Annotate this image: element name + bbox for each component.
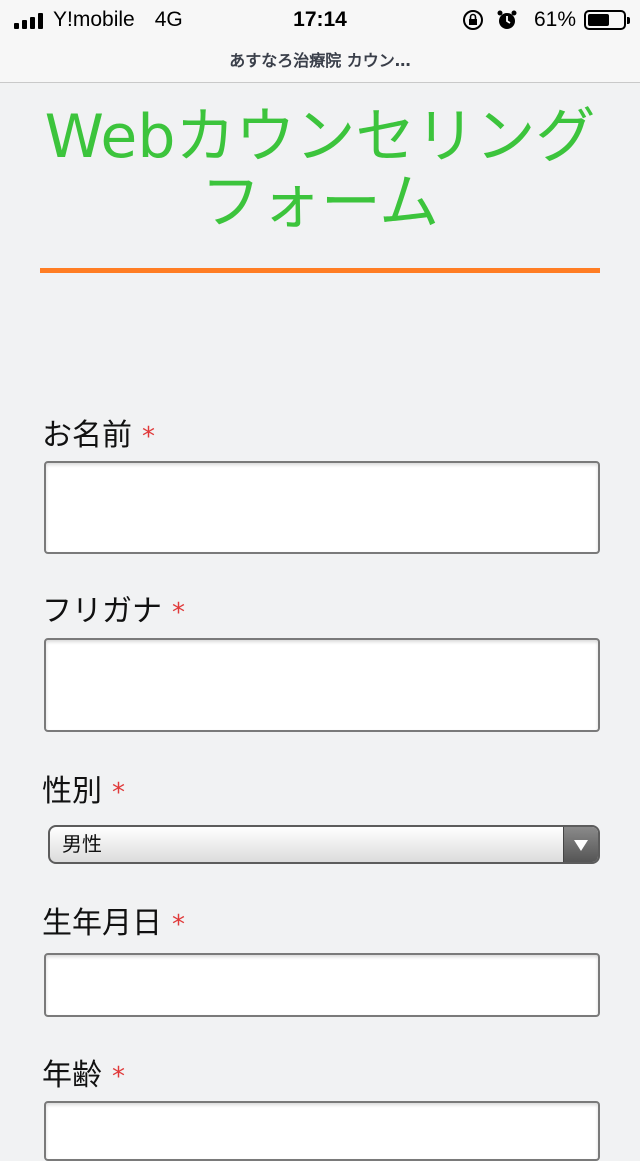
form-title-line1: Webカウンセリング: [44, 102, 596, 172]
battery-percent: 61%: [533, 8, 576, 31]
furigana-label: フリガナ *: [42, 586, 185, 630]
birthdate-input[interactable]: [44, 953, 600, 1017]
age-input[interactable]: [44, 1101, 600, 1161]
required-mark: *: [112, 1062, 125, 1092]
required-mark: *: [172, 910, 185, 940]
status-bar: Y!mobile 4G 17:14 61%: [0, 0, 640, 42]
chevron-down-icon[interactable]: [563, 827, 598, 862]
gender-label: 性別 *: [42, 766, 125, 810]
gender-selected-value: 男性: [62, 832, 102, 856]
age-label-text: 年齢: [42, 1058, 102, 1093]
required-mark: *: [142, 422, 155, 452]
furigana-label-text: フリガナ: [42, 594, 162, 629]
browser-title-bar[interactable]: あすなろ治療院 カウン…: [0, 42, 640, 83]
gender-label-text: 性別: [42, 774, 102, 809]
battery-fill: [588, 14, 609, 26]
rotation-lock-icon: [462, 10, 483, 30]
required-mark: *: [172, 598, 185, 628]
name-label-text: お名前: [42, 418, 132, 453]
required-mark: *: [112, 778, 125, 808]
title-divider: [40, 268, 600, 273]
form-title: Webカウンセリング フォーム: [0, 104, 640, 236]
battery-icon: [584, 10, 630, 30]
name-input[interactable]: [44, 461, 600, 554]
age-label: 年齢 *: [42, 1050, 125, 1094]
status-right: 61%: [462, 8, 630, 32]
form-title-line2: フォーム: [200, 168, 440, 238]
alarm-icon: [497, 10, 517, 29]
gender-select[interactable]: 男性: [48, 825, 600, 864]
birthdate-label-text: 生年月日: [42, 906, 162, 941]
page-title: あすなろ治療院 カウン…: [229, 51, 411, 70]
birthdate-label: 生年月日 *: [42, 898, 185, 942]
name-label: お名前 *: [42, 410, 155, 454]
furigana-input[interactable]: [44, 638, 600, 732]
